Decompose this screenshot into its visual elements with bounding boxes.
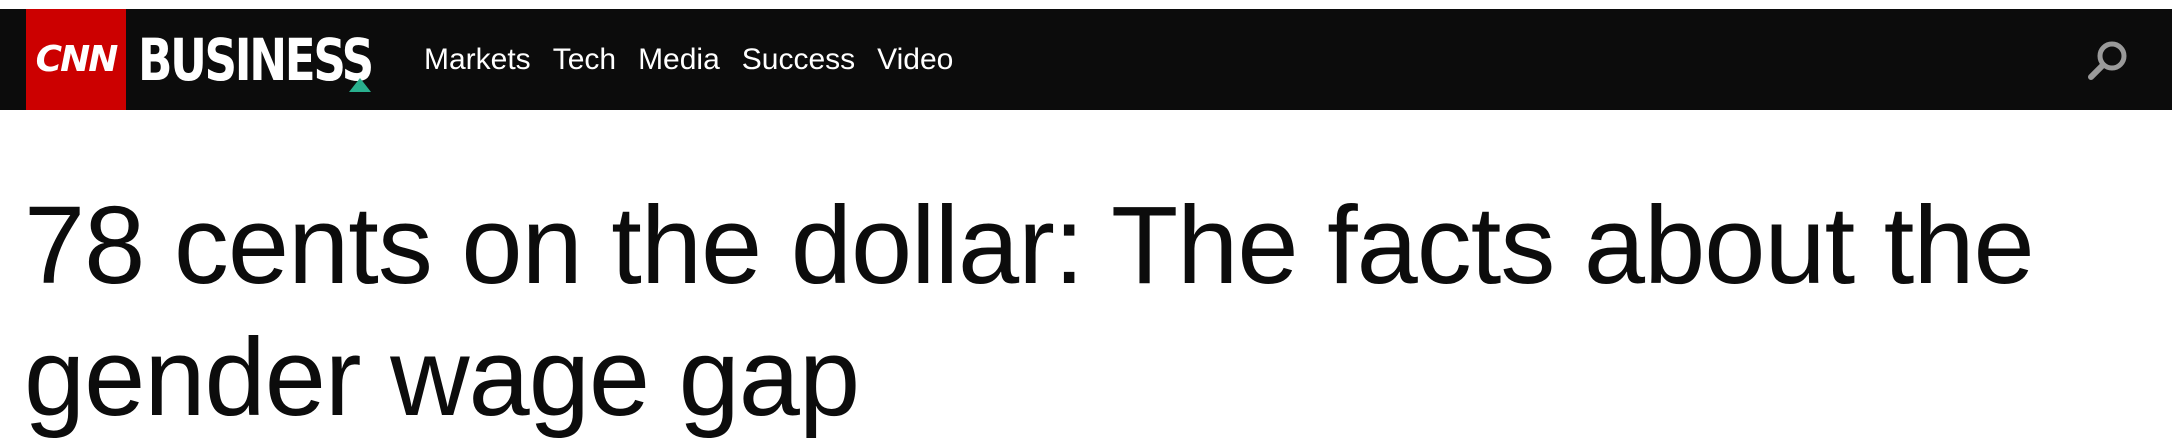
nav-item-success[interactable]: Success xyxy=(742,43,855,77)
nav-item-tech[interactable]: Tech xyxy=(553,43,616,77)
nav-item-markets[interactable]: Markets xyxy=(424,43,531,77)
article-headline: 78 cents on the dollar: The facts about … xyxy=(24,184,2035,439)
cnn-logo: CNN xyxy=(26,9,126,110)
triangle-icon xyxy=(349,78,371,92)
top-margin xyxy=(0,0,2172,9)
cnn-logo-text: CNN xyxy=(35,39,119,80)
nav-item-video[interactable]: Video xyxy=(877,43,953,77)
business-logo-text: BUSINESS xyxy=(138,25,374,94)
business-logo: BUSINESS xyxy=(138,9,438,110)
search-icon xyxy=(2088,41,2127,80)
section-nav: Markets Tech Media Success Video xyxy=(424,9,953,110)
cnn-business-logo[interactable]: CNN BUSINESS xyxy=(26,9,438,110)
nav-item-media[interactable]: Media xyxy=(638,43,720,77)
navbar: CNN BUSINESS Markets Tech Media Success … xyxy=(0,9,2172,110)
search-button[interactable] xyxy=(2086,39,2130,83)
